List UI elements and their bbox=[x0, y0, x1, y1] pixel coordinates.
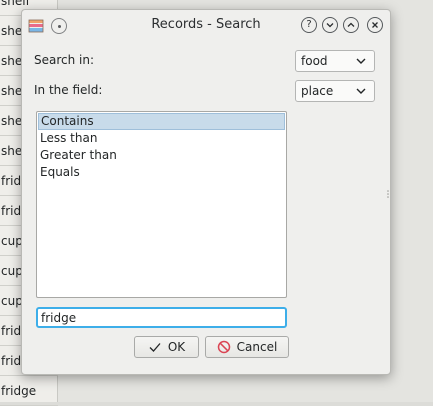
search-in-label: Search in: bbox=[34, 53, 95, 67]
list-item-equals[interactable]: Equals bbox=[38, 164, 285, 181]
chevron-down-icon bbox=[356, 58, 366, 64]
close-button[interactable] bbox=[367, 17, 383, 33]
search-dialog: Records - Search ? Search in: food In th… bbox=[21, 9, 391, 375]
cancel-button[interactable]: Cancel bbox=[205, 336, 289, 358]
checkmark-icon bbox=[149, 343, 161, 352]
minimize-button[interactable] bbox=[322, 17, 338, 33]
title-bar[interactable]: Records - Search ? bbox=[22, 10, 390, 42]
ok-button[interactable]: OK bbox=[134, 336, 199, 358]
ok-label: OK bbox=[167, 340, 186, 354]
search-in-value: food bbox=[301, 54, 328, 68]
help-button[interactable]: ? bbox=[301, 17, 317, 33]
search-in-combo[interactable]: food bbox=[295, 50, 375, 72]
field-value: place bbox=[301, 84, 334, 98]
list-item-contains[interactable]: Contains bbox=[38, 113, 285, 130]
close-icon bbox=[372, 22, 378, 28]
chevron-up-icon bbox=[347, 22, 355, 27]
list-item-greater-than[interactable]: Greater than bbox=[38, 147, 285, 164]
chevron-down-icon bbox=[326, 23, 334, 28]
chevron-down-icon bbox=[356, 88, 366, 94]
cancel-label: Cancel bbox=[236, 340, 278, 354]
field-combo[interactable]: place bbox=[295, 80, 375, 102]
list-item-less-than[interactable]: Less than bbox=[38, 130, 285, 147]
maximize-button[interactable] bbox=[343, 17, 359, 33]
search-input[interactable] bbox=[36, 307, 287, 328]
field-label: In the field: bbox=[34, 83, 103, 97]
cancel-icon bbox=[217, 340, 230, 354]
resize-grip-icon[interactable] bbox=[387, 190, 389, 198]
match-type-list[interactable]: Contains Less than Greater than Equals bbox=[36, 111, 287, 298]
